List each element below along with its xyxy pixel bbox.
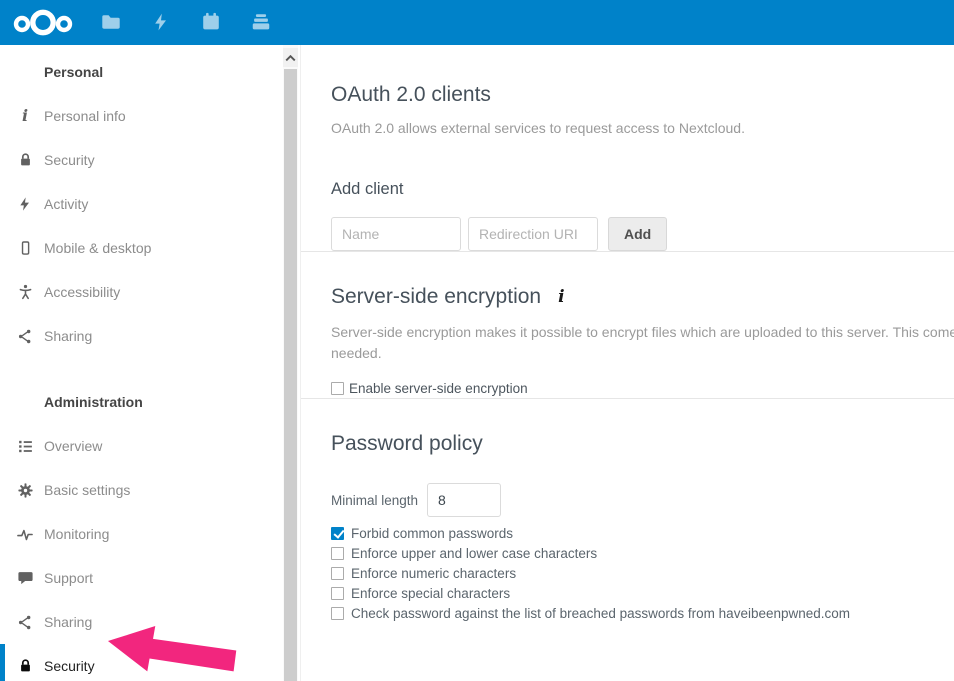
client-name-input[interactable] <box>331 217 461 251</box>
add-client-heading: Add client <box>331 180 954 199</box>
sidebar-item-mobile-desktop[interactable]: Mobile & desktop <box>0 226 300 270</box>
info-icon: i <box>16 107 34 125</box>
sidebar-item-activity[interactable]: Activity <box>0 182 300 226</box>
list-icon <box>16 437 34 455</box>
folder-icon <box>100 11 122 33</box>
password-policy-section: Password policy Minimal length Forbid co… <box>301 432 954 623</box>
policy-option-row: Enforce special characters <box>331 583 954 603</box>
top-header-bar <box>0 0 954 45</box>
minimal-length-row: Minimal length <box>331 483 954 517</box>
settings-sidebar: Personal i Personal info Security Activi… <box>0 45 300 681</box>
encryption-section: Server-side encryption i Server-side enc… <box>301 285 954 398</box>
sidebar-item-basic-settings[interactable]: Basic settings <box>0 468 300 512</box>
check-hibp-checkbox[interactable] <box>331 607 344 620</box>
chevron-up-icon <box>285 49 296 67</box>
sidebar-item-security-admin[interactable]: Security <box>0 644 300 681</box>
minimal-length-input[interactable] <box>427 483 501 517</box>
password-policy-title: Password policy <box>331 432 954 456</box>
gear-icon <box>16 481 34 499</box>
sidebar-item-monitoring[interactable]: Monitoring <box>0 512 300 556</box>
oauth-description: OAuth 2.0 allows external services to re… <box>331 120 954 136</box>
phone-icon <box>16 239 34 257</box>
oauth-section-title: OAuth 2.0 clients <box>331 83 954 107</box>
sidebar-item-accessibility[interactable]: Accessibility <box>0 270 300 314</box>
add-client-button[interactable]: Add <box>608 217 667 251</box>
enable-encryption-checkbox[interactable] <box>331 382 344 395</box>
share-icon <box>16 613 34 631</box>
enable-encryption-label: Enable server-side encryption <box>349 381 528 396</box>
settings-content: OAuth 2.0 clients OAuth 2.0 allows exter… <box>300 45 954 681</box>
bolt-icon <box>16 195 34 213</box>
enforce-upper-lower-checkbox[interactable] <box>331 547 344 560</box>
policy-option-row: Forbid common passwords <box>331 523 954 543</box>
header-app-menu <box>99 10 273 34</box>
info-icon[interactable]: i <box>558 287 564 307</box>
monitoring-icon <box>16 525 34 543</box>
enforce-numeric-checkbox[interactable] <box>331 567 344 580</box>
encryption-description-line2: needed. <box>331 345 954 361</box>
redirection-uri-input[interactable] <box>468 217 598 251</box>
enable-encryption-row: Enable server-side encryption <box>331 378 954 398</box>
deck-icon <box>250 11 272 33</box>
sidebar-item-personal-info[interactable]: i Personal info <box>0 94 300 138</box>
password-policy-options: Forbid common passwords Enforce upper an… <box>331 523 954 623</box>
oauth-section: OAuth 2.0 clients OAuth 2.0 allows exter… <box>301 83 954 251</box>
add-client-form: Add <box>331 217 954 251</box>
section-divider <box>301 251 954 252</box>
chat-icon <box>16 569 34 587</box>
scrollbar-thumb[interactable] <box>284 69 297 681</box>
activity-app-button[interactable] <box>149 10 173 34</box>
calendar-icon <box>200 11 222 33</box>
sidebar-item-overview[interactable]: Overview <box>0 424 300 468</box>
sidebar-item-support[interactable]: Support <box>0 556 300 600</box>
minimal-length-label: Minimal length <box>331 493 418 508</box>
sidebar-scrollbar[interactable] <box>283 45 298 681</box>
section-divider <box>301 398 954 399</box>
lock-icon <box>16 657 34 675</box>
sidebar-item-security-personal[interactable]: Security <box>0 138 300 182</box>
lock-icon <box>16 151 34 169</box>
encryption-section-title: Server-side encryption <box>331 285 541 309</box>
calendar-app-button[interactable] <box>199 10 223 34</box>
forbid-common-passwords-checkbox[interactable] <box>331 527 344 540</box>
sidebar-caption-administration: Administration <box>0 380 300 424</box>
policy-option-row: Check password against the list of breac… <box>331 603 954 623</box>
sidebar-caption-personal: Personal <box>0 50 300 94</box>
accessibility-icon <box>16 283 34 301</box>
enforce-special-checkbox[interactable] <box>331 587 344 600</box>
bolt-icon <box>151 11 171 33</box>
policy-option-row: Enforce upper and lower case characters <box>331 543 954 563</box>
sidebar-item-sharing-personal[interactable]: Sharing <box>0 314 300 358</box>
deck-app-button[interactable] <box>249 10 273 34</box>
scroll-up-button[interactable] <box>283 48 298 67</box>
files-app-button[interactable] <box>99 10 123 34</box>
nextcloud-logo[interactable] <box>12 8 76 38</box>
sidebar-item-sharing-admin[interactable]: Sharing <box>0 600 300 644</box>
policy-option-row: Enforce numeric characters <box>331 563 954 583</box>
share-icon <box>16 327 34 345</box>
encryption-description-line1: Server-side encryption makes it possible… <box>331 324 954 340</box>
